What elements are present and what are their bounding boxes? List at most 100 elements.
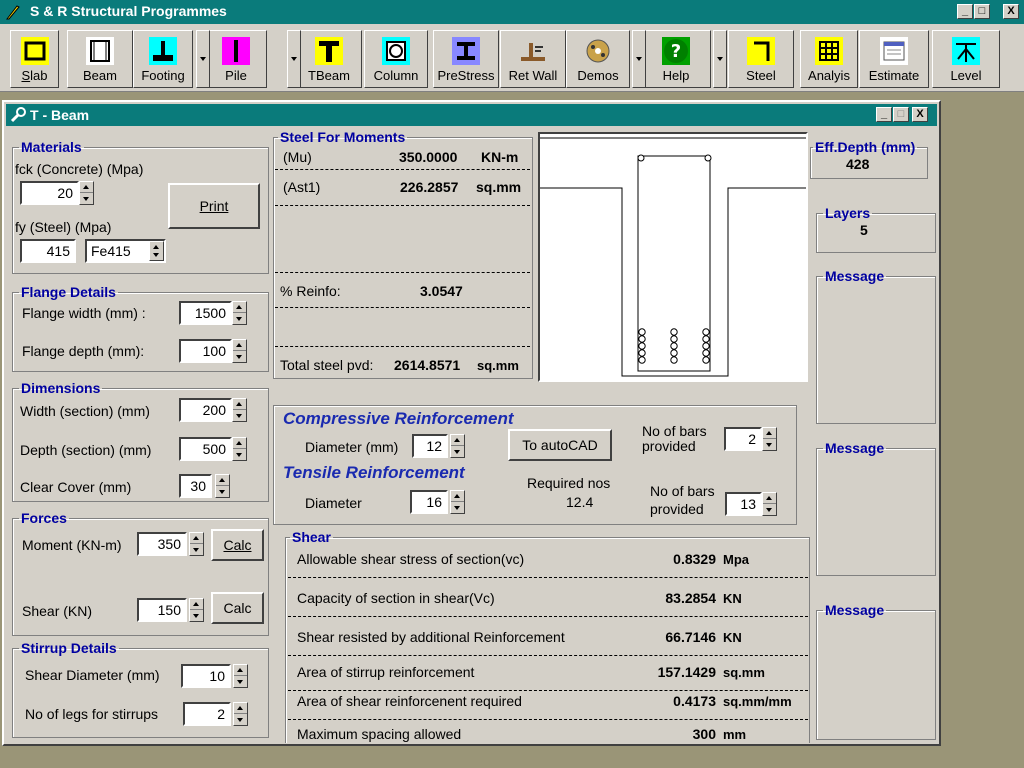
calc-shear-button[interactable]: Calc [211,592,264,624]
rebar-circle [638,328,646,336]
tensile-title: Tensile Reinforcement [283,463,465,482]
tens-diameter-input[interactable]: 16 [410,490,448,514]
tbeam-window-title-bar: T - Beam _ □ X [6,104,937,126]
rebar-circle [670,349,678,357]
section-width-input[interactable]: 200 [179,398,232,422]
divider [288,577,808,578]
comp-bars-input[interactable]: 2 [724,427,762,451]
child-minimize-button[interactable]: _ [876,107,892,122]
legs-spinner[interactable] [233,702,248,726]
divider [275,272,530,273]
toolbar-level-button[interactable]: Level [932,30,1000,88]
comp-diameter-input[interactable]: 12 [412,434,448,458]
toolbar-steel-button[interactable]: Steel [728,30,794,88]
toolbar-dropdown-demos-arrow[interactable] [632,30,646,88]
comp-bars-label: No of bars provided [642,424,707,454]
toolbar-estimate-button[interactable]: Estimate [859,30,929,88]
toolbar-analyis-button[interactable]: Analyis [800,30,858,88]
to-autocad-button[interactable]: To autoCAD [508,429,612,461]
tens-diameter-spinner[interactable] [450,490,465,514]
tens-bars-label: No of bars provided [650,482,715,518]
steel-grade-value: Fe415 [91,243,131,259]
shear-spinner[interactable] [189,598,204,622]
grade-dropdown-button[interactable] [149,241,164,261]
calc-moment-button[interactable]: Calc [211,529,264,561]
eff-depth-value: 428 [846,156,870,172]
clear-cover-input[interactable]: 30 [179,474,212,498]
toolbar-button-label: PreStress [437,68,495,83]
print-button[interactable]: Print [168,183,260,229]
flange-depth-spinner[interactable] [232,339,247,363]
pile-icon [222,37,250,65]
toolbar-dropdown-footing-arrow[interactable] [196,30,210,88]
footing-icon [149,37,177,65]
toolbar-ret-wall-button[interactable]: Ret Wall [500,30,566,88]
shear-row-value: 0.8329 [673,551,716,567]
flange-legend: Flange Details [21,284,116,300]
comp-bars-spinner[interactable] [762,427,777,451]
steel-for-moments-legend: Steel For Moments [280,129,406,145]
divider [275,307,530,308]
toolbar-dropdown-pile-arrow[interactable] [287,30,301,88]
clear-cover-spinner[interactable] [215,474,230,498]
steel-icon [747,37,775,65]
moment-input[interactable]: 350 [137,532,187,556]
toolbar-demos-button[interactable]: Demos [566,30,630,88]
child-maximize-button[interactable]: □ [893,107,909,122]
reinfo-value: 3.0547 [420,283,463,299]
required-nos-value: 12.4 [566,494,594,510]
comp-diameter-spinner[interactable] [450,434,465,458]
message-group-2: Message [816,440,936,576]
fy-input[interactable]: 415 [20,239,76,263]
message-legend-2: Message [825,440,885,456]
shear-input[interactable]: 150 [137,598,187,622]
ast-label: (Ast1) [283,179,321,195]
tens-bars-input[interactable]: 13 [725,492,762,516]
toolbar-footing-button[interactable]: Footing [133,30,193,88]
rebar-circle [638,349,646,357]
section-width-spinner[interactable] [232,398,247,422]
column-icon [382,37,410,65]
app-minimize-button[interactable]: _ [957,4,973,19]
app-title-bar: S & R Structural Programmes _ □ X [0,0,1024,24]
toolbar-button-label: Beam [83,68,117,83]
app-restore-button[interactable]: □ [974,4,990,19]
legs-input[interactable]: 2 [183,702,231,726]
shear-row-value: 157.1429 [657,664,716,680]
rebar-circle [702,328,710,336]
fck-spinner[interactable] [79,181,94,205]
tens-bars-spinner[interactable] [762,492,777,516]
rebar-circle [702,349,710,357]
toolbar-pile-button[interactable]: Pile [205,30,267,88]
message-group-1: Message [816,268,936,424]
flange-depth-label: Flange depth (mm): [22,343,145,359]
shear-diameter-spinner[interactable] [233,664,248,688]
analysis-icon [815,37,843,65]
section-depth-spinner[interactable] [232,437,247,461]
flange-width-spinner[interactable] [232,301,247,325]
shear-row-unit: Mpa [723,552,749,567]
layers-group: Layers [816,205,936,253]
flange-depth-input[interactable]: 100 [179,339,232,363]
app-close-button[interactable]: X [1003,4,1019,19]
shear-row-label: Area of stirrup reinforcement [297,664,475,680]
shear-diameter-input[interactable]: 10 [181,664,231,688]
moment-spinner[interactable] [189,532,204,556]
flange-width-input[interactable]: 1500 [179,301,232,325]
toolbar-help-button[interactable]: ? Help [641,30,711,88]
toolbar-dropdown-help-arrow[interactable] [713,30,727,88]
section-depth-input[interactable]: 500 [179,437,232,461]
divider [288,690,808,691]
moment-label: Moment (KN-m) [22,537,122,553]
rebar-circle [638,335,646,343]
toolbar-beam-button[interactable]: Beam [67,30,133,88]
toolbar-column-button[interactable]: Column [364,30,428,88]
child-close-button[interactable]: X [912,107,928,122]
toolbar-tbeam-button[interactable]: TBeam [296,30,362,88]
ast-value: 226.2857 [400,179,459,195]
layers-value: 5 [860,222,868,238]
toolbar-prestress-button[interactable]: PreStress [433,30,499,88]
fck-input[interactable]: 20 [20,181,79,205]
mu-value: 350.0000 [399,149,458,165]
toolbar-slab-button[interactable]: Slab [10,30,59,88]
